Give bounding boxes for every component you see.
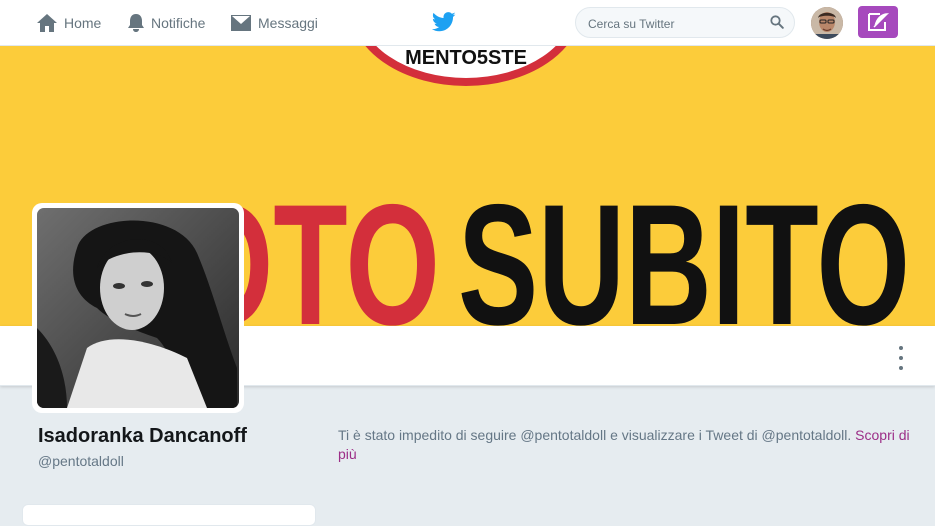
more-options-icon[interactable] xyxy=(895,346,907,370)
nav-messages-label: Messaggi xyxy=(258,15,318,31)
compose-quill-icon xyxy=(868,13,890,31)
profile-photo[interactable] xyxy=(32,203,244,413)
nav-notifications[interactable]: Notifiche xyxy=(127,0,205,46)
banner-logo-text: MENTO5STE xyxy=(405,47,527,69)
twitter-bird-icon[interactable] xyxy=(432,12,456,32)
search-box xyxy=(575,7,795,39)
blocked-notice: Ti è stato impedito di seguire @pentotal… xyxy=(338,426,918,464)
nav-messages[interactable]: Messaggi xyxy=(230,0,318,46)
user-avatar[interactable] xyxy=(811,7,843,39)
search-input[interactable] xyxy=(586,8,760,39)
home-icon xyxy=(37,14,57,32)
bell-icon xyxy=(128,14,144,32)
top-navigation-bar: Home Notifiche Messaggi xyxy=(0,0,935,46)
banner-hashtag-black: SUBITO xyxy=(458,169,910,326)
compose-tweet-button[interactable] xyxy=(858,6,898,38)
profile-handle[interactable]: @pentotaldoll xyxy=(38,453,124,469)
profile-photo-image xyxy=(37,208,239,408)
profile-name[interactable]: Isadoranka Dancanoff xyxy=(38,425,247,448)
profile-side-card xyxy=(22,504,316,526)
blocked-notice-text: Ti è stato impedito di seguire @pentotal… xyxy=(338,427,852,443)
envelope-icon xyxy=(231,15,251,31)
nav-notifications-label: Notifiche xyxy=(151,15,206,31)
nav-home[interactable]: Home xyxy=(36,0,101,46)
search-icon[interactable] xyxy=(770,15,784,29)
user-avatar-image xyxy=(811,7,843,39)
nav-home-label: Home xyxy=(64,15,102,31)
